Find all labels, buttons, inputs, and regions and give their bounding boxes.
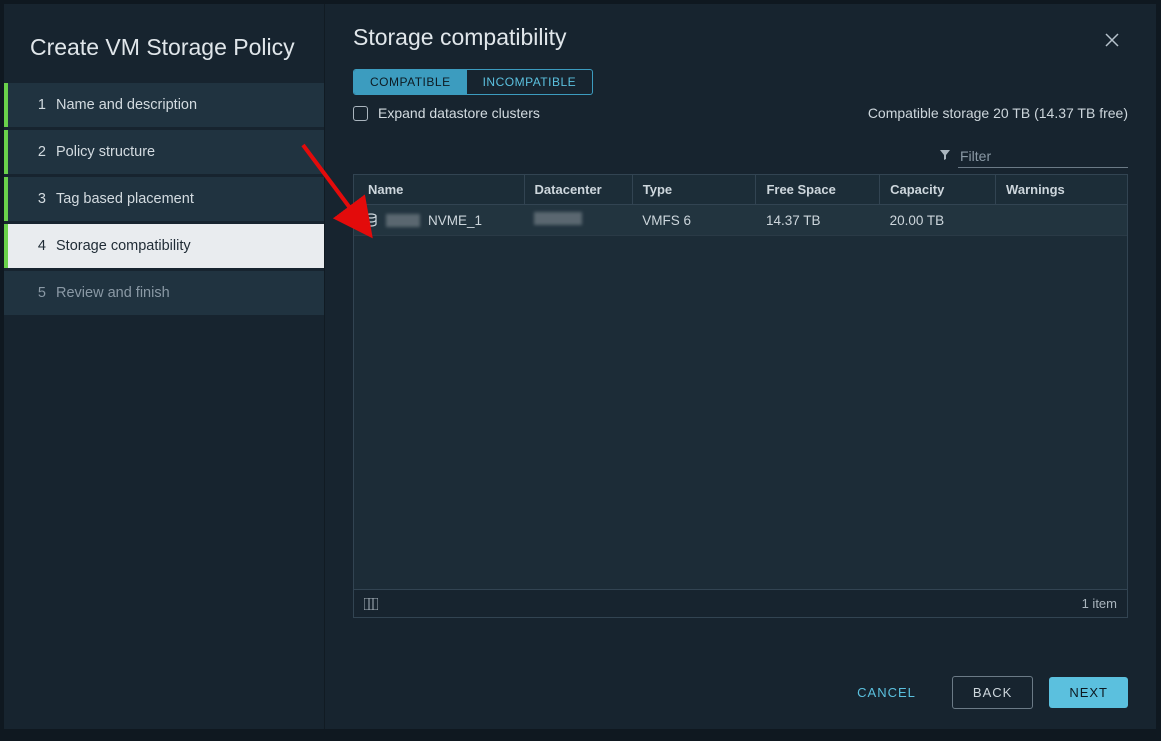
column-header-free-space[interactable]: Free Space — [756, 175, 880, 205]
step-number: 1 — [26, 97, 46, 113]
column-picker-button[interactable] — [364, 598, 378, 610]
table-header-row: Name Datacenter Type Free Space Capacity… — [354, 175, 1127, 205]
step-number: 5 — [26, 285, 46, 301]
filter-icon[interactable] — [940, 150, 950, 163]
cell-warnings — [996, 205, 1127, 236]
back-button[interactable]: BACK — [952, 676, 1033, 709]
step-label: Review and finish — [56, 285, 170, 301]
wizard-footer: CANCEL BACK NEXT — [353, 676, 1128, 709]
create-vm-storage-policy-dialog: Create VM Storage Policy 1 Name and desc… — [4, 4, 1156, 729]
datastore-table: Name Datacenter Type Free Space Capacity… — [353, 174, 1128, 618]
table-empty-space — [354, 236, 1127, 589]
step-label: Storage compatibility — [56, 238, 191, 254]
step-tag-based-placement[interactable]: 3 Tag based placement — [4, 177, 324, 221]
filter-row — [353, 145, 1128, 168]
datastore-icon — [364, 213, 378, 227]
column-header-warnings[interactable]: Warnings — [996, 175, 1127, 205]
step-policy-structure[interactable]: 2 Policy structure — [4, 130, 324, 174]
cell-capacity: 20.00 TB — [880, 205, 996, 236]
step-label: Name and description — [56, 97, 197, 113]
obscured-text — [386, 214, 420, 227]
compatible-storage-summary: Compatible storage 20 TB (14.37 TB free) — [868, 105, 1128, 121]
expand-datastore-clusters-checkbox[interactable]: Expand datastore clusters — [353, 105, 540, 121]
step-number: 4 — [26, 238, 46, 254]
tab-incompatible[interactable]: INCOMPATIBLE — [467, 70, 593, 94]
step-label: Policy structure — [56, 144, 155, 160]
datastore-name: NVME_1 — [428, 213, 482, 228]
column-header-type[interactable]: Type — [632, 175, 756, 205]
wizard-steps: 1 Name and description 2 Policy structur… — [4, 83, 324, 318]
cell-type: VMFS 6 — [632, 205, 756, 236]
wizard-main: Storage compatibility COMPATIBLE INCOMPA… — [325, 4, 1156, 729]
tab-row: COMPATIBLE INCOMPATIBLE — [353, 69, 1128, 95]
obscured-text — [534, 212, 582, 225]
filter-input[interactable] — [958, 145, 1128, 168]
checkbox-icon — [353, 106, 368, 121]
tab-compatible[interactable]: COMPATIBLE — [354, 70, 467, 94]
step-number: 2 — [26, 144, 46, 160]
next-button[interactable]: NEXT — [1049, 677, 1128, 708]
column-header-datacenter[interactable]: Datacenter — [524, 175, 632, 205]
table-row[interactable]: NVME_1 VMFS 6 14.37 TB 20.00 TB — [354, 205, 1127, 236]
column-header-name[interactable]: Name — [354, 175, 524, 205]
wizard-sidebar: Create VM Storage Policy 1 Name and desc… — [4, 4, 325, 729]
checkbox-label: Expand datastore clusters — [378, 105, 540, 121]
cancel-button[interactable]: CANCEL — [837, 677, 936, 708]
wizard-title: Create VM Storage Policy — [4, 24, 324, 83]
step-name-and-description[interactable]: 1 Name and description — [4, 83, 324, 127]
main-header: Storage compatibility — [353, 24, 1128, 69]
close-button[interactable] — [1096, 24, 1128, 58]
cell-free-space: 14.37 TB — [756, 205, 880, 236]
step-number: 3 — [26, 191, 46, 207]
table-footer: 1 item — [354, 589, 1127, 617]
step-label: Tag based placement — [56, 191, 194, 207]
column-header-capacity[interactable]: Capacity — [880, 175, 996, 205]
close-icon — [1104, 32, 1120, 48]
step-review-and-finish[interactable]: 5 Review and finish — [4, 271, 324, 315]
options-row: Expand datastore clusters Compatible sto… — [353, 105, 1128, 121]
page-title: Storage compatibility — [353, 24, 567, 69]
row-count: 1 item — [1082, 596, 1117, 611]
compatibility-tabs: COMPATIBLE INCOMPATIBLE — [353, 69, 593, 95]
step-storage-compatibility[interactable]: 4 Storage compatibility — [4, 224, 324, 268]
